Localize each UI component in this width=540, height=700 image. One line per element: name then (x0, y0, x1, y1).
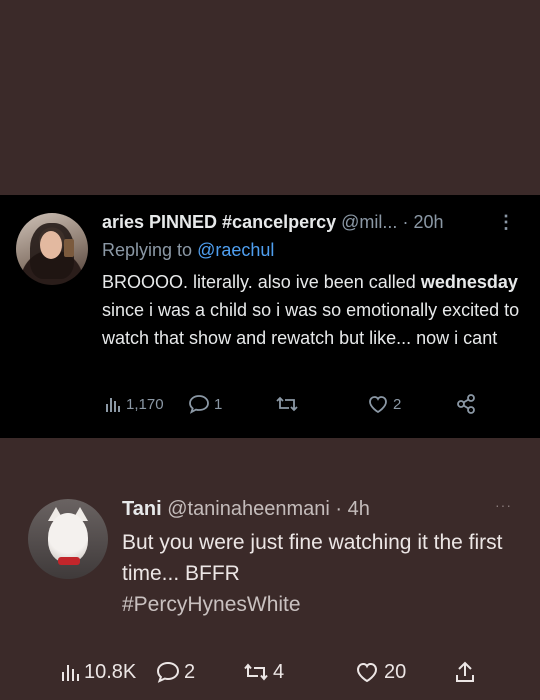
tweet1-handle[interactable]: @mil... (341, 212, 397, 232)
like-button[interactable]: 2 (367, 392, 401, 416)
views-icon (106, 398, 120, 412)
tweet2-hashtag[interactable]: #PercyHynesWhite (122, 589, 301, 620)
upload-share-icon (456, 661, 474, 682)
tweet2-text: But you were just fine watching it the f… (122, 531, 503, 585)
avatar[interactable] (16, 213, 88, 285)
reply-button[interactable]: 1 (188, 392, 222, 416)
share-icon (457, 394, 475, 414)
heart-icon (356, 662, 378, 683)
avatar-phone (64, 239, 74, 257)
reply-count: 2 (184, 660, 196, 683)
replying-to-mention[interactable]: @raechul (197, 240, 274, 260)
avatar-face (40, 231, 62, 259)
reply-icon (156, 661, 180, 683)
like-button[interactable]: 20 (354, 659, 406, 685)
views-count: 1,170 (126, 395, 164, 413)
cat-face (48, 513, 88, 563)
tweet1-text-part1: BROOOO. literally. also ive been called (102, 272, 416, 292)
reply-icon (189, 395, 209, 414)
tweet2-handle[interactable]: @taninaheenmani · 4h (167, 498, 370, 520)
more-vertical-icon[interactable]: ⋮ (497, 210, 515, 234)
retweet-button[interactable]: 4 (243, 659, 284, 685)
tweet1-time[interactable]: · 20h (402, 212, 443, 232)
like-count: 20 (384, 660, 407, 683)
reply-button[interactable]: 2 (156, 659, 195, 685)
tweet1-display-name[interactable]: aries PINNED #cancelpercy (102, 212, 336, 232)
heart-icon (369, 396, 387, 414)
like-count: 2 (393, 395, 402, 413)
views-count: 10.8K (84, 660, 137, 683)
cat-collar (58, 557, 80, 565)
tweet1-text-part2: since i was a child so i was so emotiona… (102, 300, 520, 348)
retweet-button[interactable] (275, 392, 303, 416)
retweet-icon (276, 396, 298, 412)
screenshot-page: aries PINNED #cancelpercy @mil... · 20h … (0, 0, 540, 700)
tweet1-action-bar: 1,170 1 2 (100, 392, 500, 416)
share-button[interactable] (454, 659, 476, 685)
views-button[interactable]: 1,170 (104, 392, 164, 416)
avatar[interactable] (28, 499, 108, 579)
tweet1-text-bold: wednesday (420, 272, 518, 292)
tweet2-action-bar: 10.8K 2 4 20 (60, 659, 530, 685)
share-button[interactable] (455, 392, 477, 416)
replying-to-prefix: Replying to (102, 240, 193, 260)
replying-to-line: Replying to @raechul (102, 238, 274, 262)
tweet2-header: Tani @taninaheenmani · 4h ··· (122, 496, 522, 522)
reply-count: 1 (214, 395, 223, 413)
views-button[interactable]: 10.8K (60, 659, 136, 685)
tweet1-text: BROOOO. literally. also ive been called … (102, 268, 527, 352)
tweet1-header: aries PINNED #cancelpercy @mil... · 20h … (102, 210, 532, 234)
more-horizontal-icon[interactable]: ··· (495, 492, 512, 518)
views-icon (62, 665, 79, 681)
tweet2-display-name[interactable]: Tani (122, 498, 162, 520)
retweet-count: 4 (273, 660, 285, 683)
retweet-icon (244, 663, 268, 681)
